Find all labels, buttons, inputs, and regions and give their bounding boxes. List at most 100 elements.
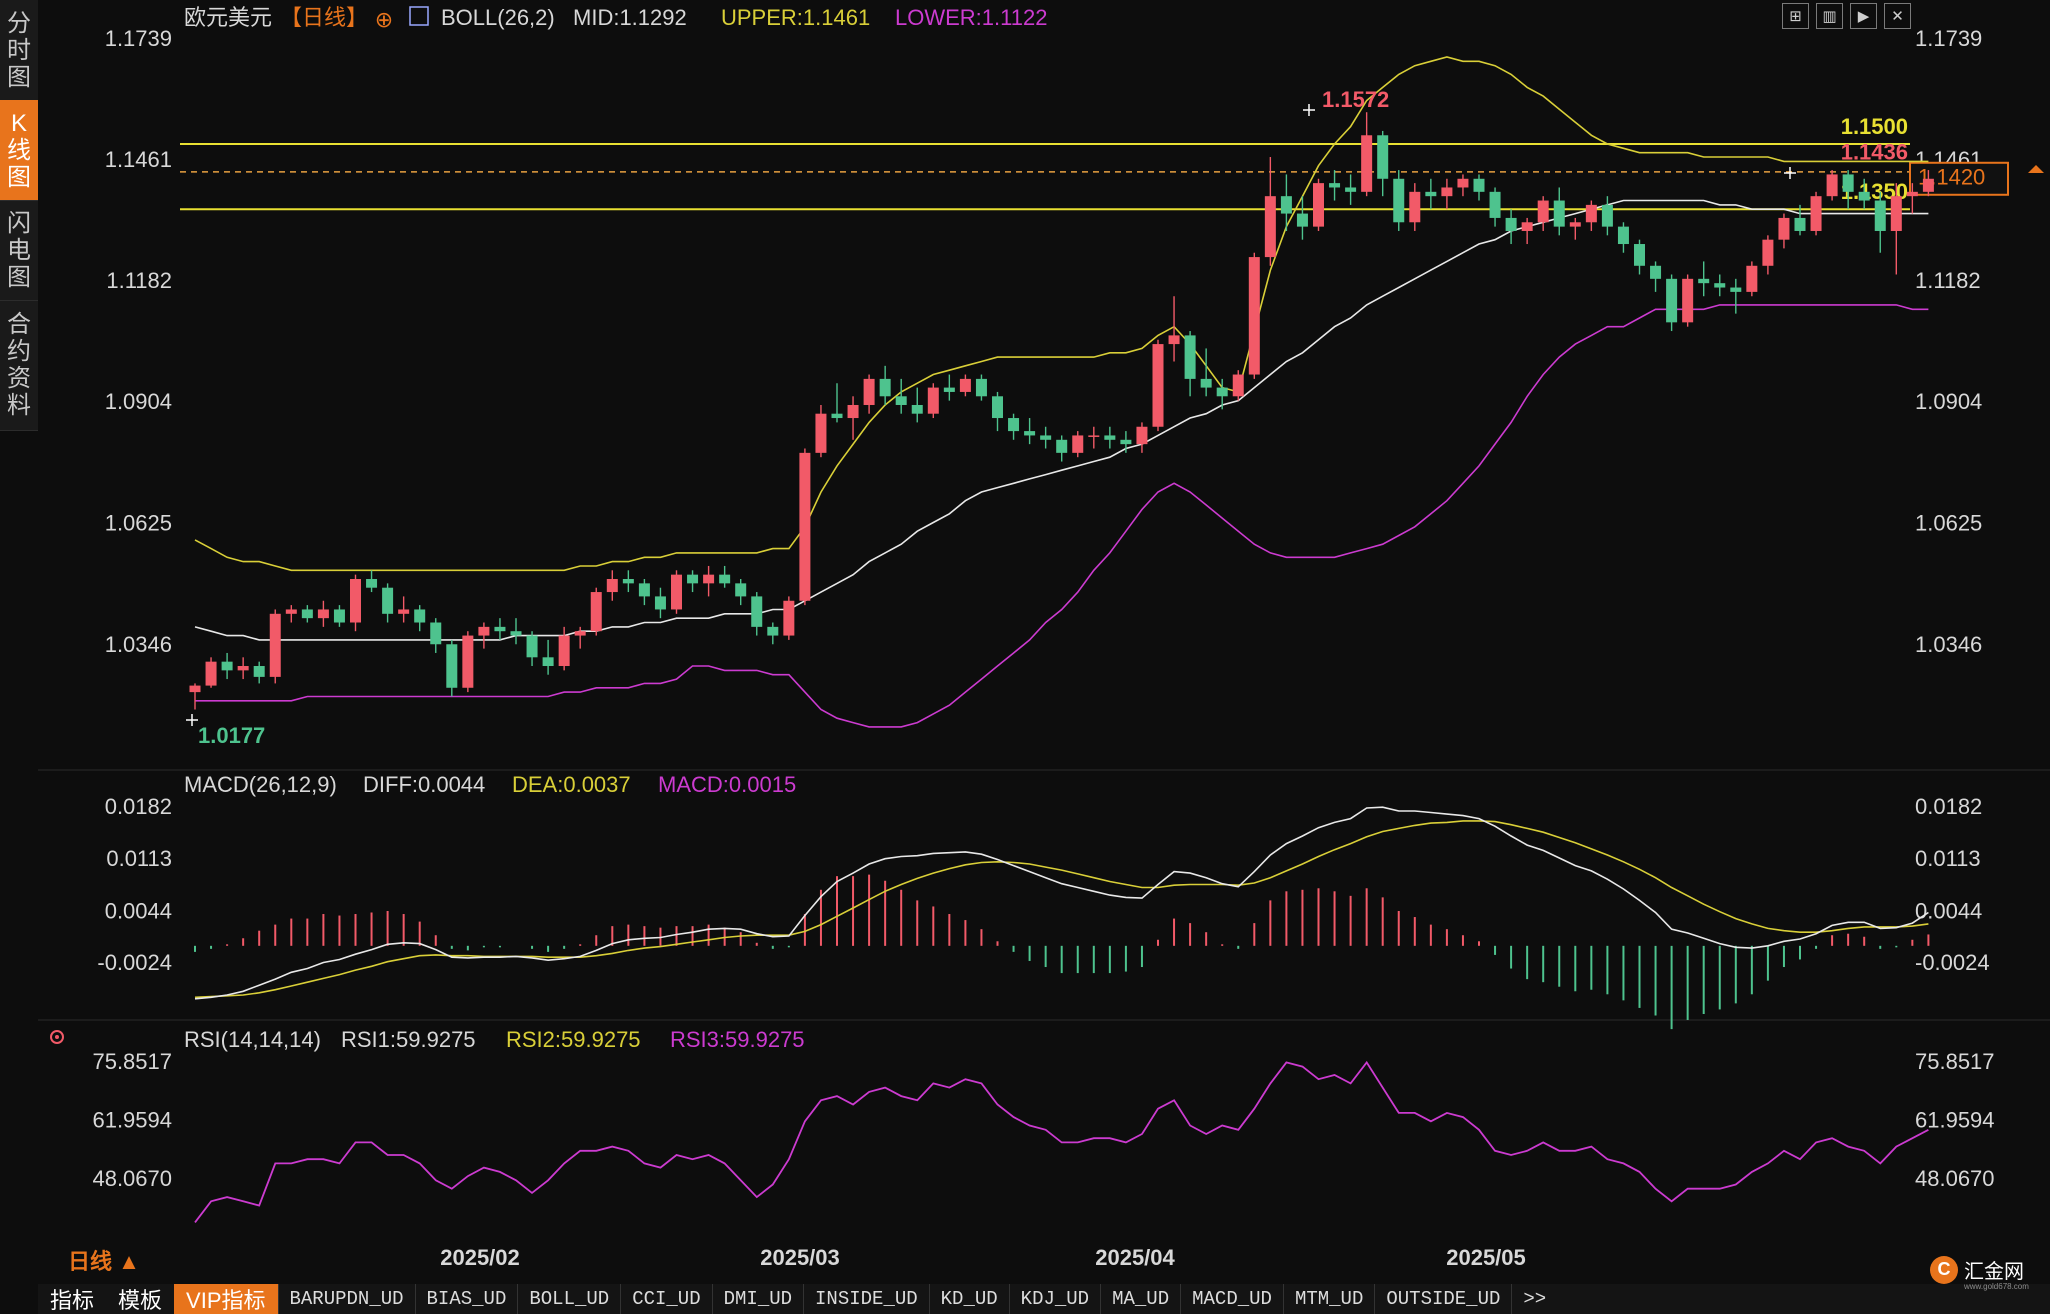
candle[interactable] <box>1088 426 1100 449</box>
candle[interactable] <box>253 661 265 684</box>
indicator-tab-ma-ud[interactable]: MA_UD <box>1100 1284 1180 1314</box>
candle[interactable] <box>1826 170 1838 201</box>
indicator-tab-cci-ud[interactable]: CCI_UD <box>620 1284 711 1314</box>
candle[interactable] <box>735 579 747 606</box>
candle[interactable] <box>1152 339 1164 432</box>
candle[interactable] <box>1345 174 1357 205</box>
candle[interactable] <box>1441 178 1453 210</box>
candle[interactable] <box>927 383 939 419</box>
candle[interactable] <box>446 639 458 697</box>
candle[interactable] <box>654 587 666 619</box>
candle[interactable] <box>751 592 763 636</box>
more-indicators-button[interactable]: >> <box>1511 1284 1557 1314</box>
candle[interactable] <box>1072 431 1084 458</box>
candle[interactable] <box>1682 274 1694 327</box>
candle[interactable] <box>542 639 554 675</box>
candle[interactable] <box>285 605 297 623</box>
candle[interactable] <box>975 374 987 401</box>
candle[interactable] <box>943 374 955 401</box>
candle[interactable] <box>366 570 378 593</box>
candle[interactable] <box>333 605 345 627</box>
candle[interactable] <box>1714 274 1726 297</box>
candle[interactable] <box>1056 435 1068 462</box>
candle[interactable] <box>237 657 249 680</box>
indicator-tab-dmi-ud[interactable]: DMI_UD <box>711 1284 803 1314</box>
candle[interactable] <box>574 626 586 649</box>
indicator-tab-outside-ud[interactable]: OUTSIDE_UD <box>1374 1284 1511 1314</box>
candle[interactable] <box>863 374 875 414</box>
candle[interactable] <box>1746 261 1758 297</box>
candle[interactable] <box>638 579 650 606</box>
candle[interactable] <box>430 618 442 653</box>
candle[interactable] <box>1425 178 1437 210</box>
candle[interactable] <box>783 596 795 640</box>
tab-templates[interactable]: 模板 <box>106 1284 174 1314</box>
candle[interactable] <box>1377 130 1389 197</box>
candle[interactable] <box>1585 200 1597 231</box>
candle[interactable] <box>1473 174 1485 201</box>
candle[interactable] <box>879 365 891 405</box>
period-selector[interactable]: 日线 ▲ <box>68 1249 140 1274</box>
candle[interactable] <box>494 618 506 640</box>
candle[interactable] <box>1601 196 1613 236</box>
candle[interactable] <box>1040 426 1052 449</box>
candle[interactable] <box>606 570 618 601</box>
candle[interactable] <box>1329 170 1341 201</box>
grid-icon[interactable]: ⊞ <box>1782 3 1809 29</box>
bars-icon[interactable]: ▥ <box>1816 3 1843 29</box>
candle[interactable] <box>1778 213 1790 249</box>
candle[interactable] <box>1874 191 1886 253</box>
candle[interactable] <box>622 570 634 593</box>
candle[interactable] <box>1698 261 1710 297</box>
candle[interactable] <box>1553 187 1565 236</box>
tab-indicators[interactable]: 指标 <box>38 1284 106 1314</box>
candle[interactable] <box>895 378 907 414</box>
candle[interactable] <box>462 631 474 693</box>
candle[interactable] <box>1136 422 1148 453</box>
candle[interactable] <box>1521 217 1533 245</box>
indicator-tab-kd-ud[interactable]: KD_UD <box>928 1284 1009 1314</box>
indicator-tab-bias-ud[interactable]: BIAS_UD <box>414 1284 518 1314</box>
candle[interactable] <box>1120 431 1132 453</box>
candle[interactable] <box>1008 413 1020 440</box>
indicator-tab-boll-ud[interactable]: BOLL_UD <box>517 1284 620 1314</box>
candle[interactable] <box>317 600 329 627</box>
indicator-tab-kdj-ud[interactable]: KDJ_UD <box>1008 1284 1100 1314</box>
candle[interactable] <box>799 448 811 606</box>
candle[interactable] <box>1393 170 1405 231</box>
candle[interactable] <box>1634 239 1645 275</box>
candle[interactable] <box>350 574 361 632</box>
candle[interactable] <box>510 618 522 645</box>
candle[interactable] <box>671 570 682 614</box>
candle[interactable] <box>1313 178 1324 231</box>
candle[interactable] <box>382 583 394 623</box>
candle[interactable] <box>398 596 410 623</box>
candle[interactable] <box>1650 261 1662 292</box>
candle[interactable] <box>205 657 217 688</box>
candle[interactable] <box>590 587 602 636</box>
candle[interactable] <box>719 565 731 588</box>
candle[interactable] <box>558 626 570 671</box>
candle[interactable] <box>1409 183 1421 231</box>
indicator-tab-macd-ud[interactable]: MACD_UD <box>1180 1284 1283 1314</box>
candle[interactable] <box>1617 222 1629 253</box>
candle[interactable] <box>526 631 538 667</box>
tab-vip-indicators[interactable]: VIP指标 <box>174 1284 278 1314</box>
candle[interactable] <box>767 622 779 645</box>
candle[interactable] <box>221 652 233 680</box>
candle[interactable] <box>831 383 843 423</box>
candle[interactable] <box>1730 278 1742 314</box>
candle[interactable] <box>1762 235 1774 275</box>
candle[interactable] <box>1024 418 1036 445</box>
candle[interactable] <box>1361 112 1373 197</box>
candle[interactable] <box>703 565 715 597</box>
candle[interactable] <box>301 605 313 623</box>
candle[interactable] <box>1200 348 1212 397</box>
candle[interactable] <box>269 609 281 684</box>
candle[interactable] <box>1280 174 1292 231</box>
candle[interactable] <box>911 387 923 423</box>
candle[interactable] <box>1890 183 1902 275</box>
candle[interactable] <box>1184 331 1196 397</box>
candle[interactable] <box>478 622 490 649</box>
candle[interactable] <box>1232 370 1244 401</box>
